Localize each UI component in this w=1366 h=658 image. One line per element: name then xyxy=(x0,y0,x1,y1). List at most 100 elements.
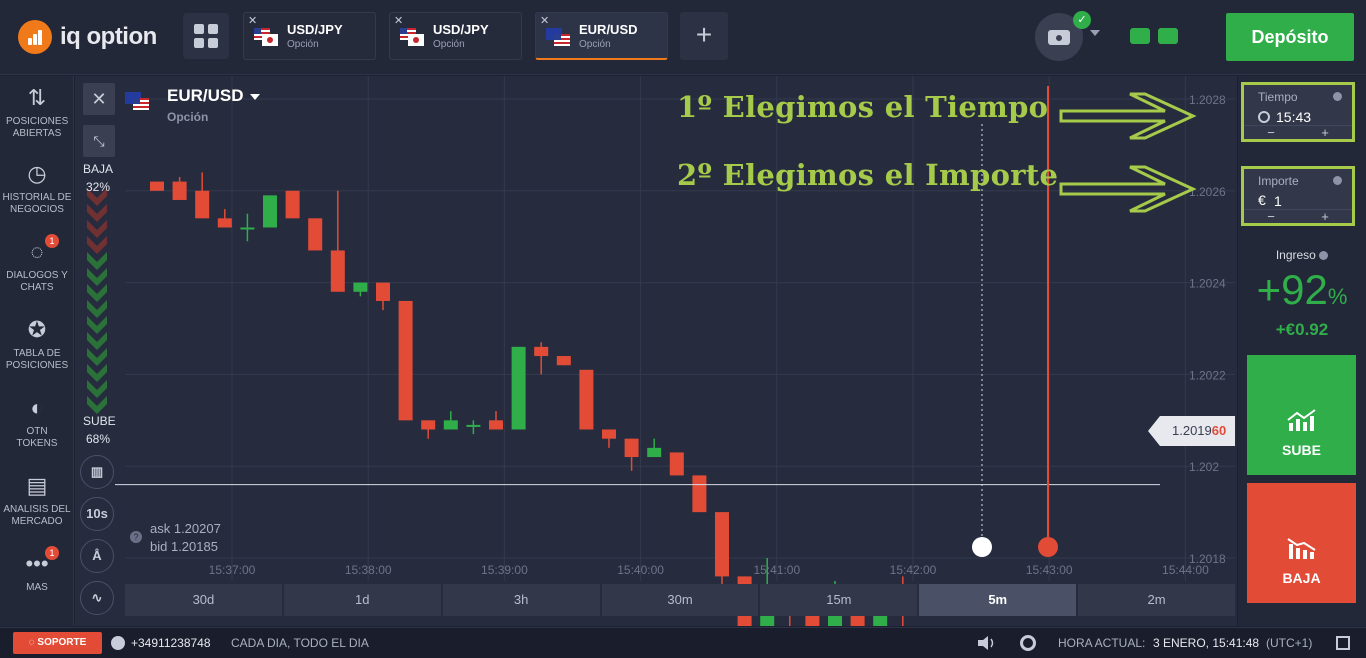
put-down-button[interactable]: BAJA xyxy=(1247,483,1356,603)
x-tick-label: 15:37:00 xyxy=(209,563,256,577)
compass-icon: Å xyxy=(92,548,102,563)
notification-badge: 1 xyxy=(45,546,59,560)
gear-icon[interactable] xyxy=(1020,635,1036,651)
logo-icon xyxy=(18,20,52,54)
amount-decrease-button[interactable]: − xyxy=(1244,209,1298,224)
x-tick-label: 15:44:00 xyxy=(1162,563,1209,577)
asset-tab-1[interactable]: ✕ USD/JPY Opción xyxy=(243,12,376,60)
close-icon[interactable]: ✕ xyxy=(540,14,549,27)
chart-area[interactable]: 1.2028 1.2026 1.2024 1.2022 1.202 1.2018 15:37… xyxy=(75,76,1237,626)
candle-body xyxy=(489,420,503,430)
add-tab-button[interactable]: + xyxy=(680,12,728,60)
dots-icon: ••• 1 xyxy=(23,546,59,576)
draw-tools-button[interactable]: Å xyxy=(80,539,114,573)
sentiment-chevron xyxy=(87,220,107,238)
logo[interactable]: iq option xyxy=(18,20,157,54)
candle-body xyxy=(195,190,210,219)
logo-text: iq option xyxy=(60,23,157,50)
candle-body xyxy=(715,512,729,577)
sentiment-chevron xyxy=(87,348,107,366)
close-icon[interactable]: ✕ xyxy=(248,14,257,27)
candle-body xyxy=(217,218,232,228)
annotation-amount: 2º Elegimos el Importe xyxy=(677,158,1059,192)
close-chart-button[interactable]: ✕ xyxy=(83,83,115,115)
ask-bid-info: ? ask 1.20207 bid 1.20185 xyxy=(130,520,221,556)
asset-tab-3[interactable]: ✕ EUR/USD Opción xyxy=(535,12,668,60)
time-input[interactable] xyxy=(1276,107,1366,127)
deposit-button[interactable]: Depósito xyxy=(1226,13,1354,61)
candlestick-chart[interactable]: 1.20281.20261.20241.20221.2021.201815:37… xyxy=(75,76,1237,626)
sidebar-item-market-analysis[interactable]: ▤ ANALISIS DEL MERCADO xyxy=(0,474,74,528)
call-up-button[interactable]: SUBE xyxy=(1247,355,1356,475)
amount-input[interactable] xyxy=(1274,191,1364,211)
amount-increase-button[interactable]: + xyxy=(1298,209,1352,224)
help-icon[interactable]: ? xyxy=(130,531,142,543)
sidebar-item-otn[interactable]: ◐ OTN TOKENS xyxy=(0,396,74,450)
support-button[interactable]: ◌ SOPORTE xyxy=(13,632,102,654)
time-decrease-button[interactable]: − xyxy=(1244,125,1298,140)
y-tick-label: 1.2026 xyxy=(1189,185,1226,199)
chart-asset-name[interactable]: EUR/USD xyxy=(167,86,260,106)
fullscreen-icon[interactable] xyxy=(1336,636,1350,650)
amount-field[interactable]: Importe € − + xyxy=(1241,166,1364,226)
notification-badge: 1 xyxy=(45,234,59,248)
currency-symbol: € xyxy=(1258,192,1266,208)
timezone: (UTC+1) xyxy=(1266,636,1313,650)
phone-icon xyxy=(111,636,125,650)
sentiment-chevron xyxy=(87,252,107,270)
sidebar-item-chats[interactable]: ◌ 1 DIALOGOS Y CHATS xyxy=(0,234,74,294)
chart-type-button[interactable]: ▥ xyxy=(80,455,114,489)
fullscreen-chart-button[interactable]: ⤡ xyxy=(83,125,115,157)
x-tick-label: 15:42:00 xyxy=(890,563,937,577)
sentiment-chevron xyxy=(87,364,107,382)
candle-body xyxy=(285,190,300,219)
help-icon[interactable] xyxy=(1333,176,1342,185)
chevron-down-icon[interactable] xyxy=(1090,30,1100,36)
time-field[interactable]: Tiempo − + xyxy=(1241,82,1366,142)
sidebar-item-more[interactable]: ••• 1 MAS xyxy=(0,546,74,594)
period-selector: 30d 1d 3h 30m 15m 5m 2m xyxy=(125,584,1236,616)
sidebar-item-history[interactable]: ◷ HISTORIAL DE NEGOCIOS xyxy=(0,162,74,216)
period-30d[interactable]: 30d xyxy=(125,584,282,616)
top-bar: iq option ✕ USD/JPY Opción ✕ USD/JPY Opc… xyxy=(0,0,1366,75)
candle-body xyxy=(376,282,390,301)
candle-body xyxy=(466,424,481,427)
sentiment-chevron xyxy=(87,332,107,350)
annotation-arrow-amount xyxy=(1059,165,1197,213)
flag-icon xyxy=(546,28,570,46)
candle-body xyxy=(602,429,616,439)
annotation-arrow-time xyxy=(1059,92,1197,140)
candle-body xyxy=(624,438,639,458)
asset-tab-name: USD/JPY xyxy=(433,22,489,37)
period-15m[interactable]: 15m xyxy=(760,584,918,616)
y-tick-label: 1.2022 xyxy=(1189,368,1226,382)
timeframe-button[interactable]: 10s xyxy=(80,497,114,531)
sound-icon[interactable] xyxy=(978,636,996,650)
all-assets-grid-button[interactable] xyxy=(183,13,229,59)
period-1d[interactable]: 1d xyxy=(283,584,441,616)
annotation-time: 1º Elegimos el Tiempo xyxy=(677,90,1049,124)
y-tick-label: 1.202 xyxy=(1189,460,1219,474)
indicators-button[interactable]: ∿ xyxy=(80,581,114,615)
period-5m[interactable]: 5m xyxy=(919,584,1077,616)
sidebar-item-open-positions[interactable]: ⇅ POSICIONES ABIERTAS xyxy=(0,86,74,140)
close-icon[interactable]: ✕ xyxy=(394,14,403,27)
screenshot-button[interactable]: ✓ xyxy=(1035,11,1091,61)
asset-tab-2[interactable]: ✕ USD/JPY Opción xyxy=(389,12,522,60)
sidebar-item-leaderboard[interactable]: ✪ TABLA DE POSICIONES xyxy=(0,318,74,372)
time-increase-button[interactable]: + xyxy=(1298,125,1352,140)
period-30m[interactable]: 30m xyxy=(601,584,759,616)
candles-icon: ▥ xyxy=(90,464,104,479)
support-phone[interactable]: +34911238748 xyxy=(131,636,211,650)
app-root: iq option ✕ USD/JPY Opción ✕ USD/JPY Opc… xyxy=(0,0,1366,658)
check-icon: ✓ xyxy=(1073,11,1091,29)
status-icon xyxy=(1158,28,1178,44)
chart-asset-type: Opción xyxy=(167,110,209,124)
indicator-icon: ∿ xyxy=(91,590,103,605)
candle-body xyxy=(443,420,458,430)
period-2m[interactable]: 2m xyxy=(1078,584,1236,616)
candle-body xyxy=(150,181,164,191)
help-icon[interactable] xyxy=(1319,251,1329,261)
help-icon[interactable] xyxy=(1333,92,1342,101)
period-3h[interactable]: 3h xyxy=(442,584,600,616)
